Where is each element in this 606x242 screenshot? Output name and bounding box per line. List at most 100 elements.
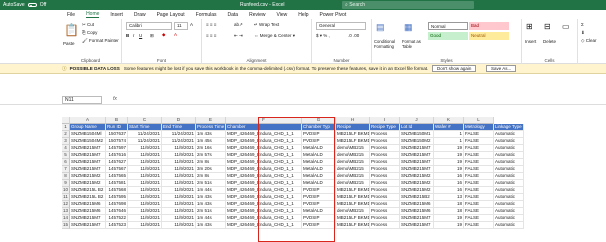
style-bad[interactable]: Bad: [469, 22, 509, 30]
tab-help[interactable]: Help: [298, 12, 308, 18]
table-cell[interactable]: 1457568: [106, 187, 128, 194]
italic-button[interactable]: I: [133, 33, 134, 38]
table-cell[interactable]: 11/9/2021: [162, 222, 196, 229]
font-color-icon[interactable]: A: [174, 32, 177, 37]
table-cell[interactable]: MB215LF BKM1: [336, 187, 370, 194]
table-cell[interactable]: MetalALD: [302, 166, 336, 173]
table-cell[interactable]: MB215LF BKM1: [336, 215, 370, 222]
table-cell[interactable]: 19: [434, 159, 464, 166]
table-cell[interactable]: Process: [370, 215, 400, 222]
fill-color-icon[interactable]: ◆: [162, 32, 165, 38]
table-cell[interactable]: MB215LF BKM1: [336, 201, 370, 208]
column-title-cell[interactable]: Metrology: [464, 124, 494, 131]
column-header-a[interactable]: A: [70, 117, 106, 124]
number-format-select[interactable]: General: [316, 22, 366, 30]
conditional-formatting-icon[interactable]: ▤: [376, 22, 385, 33]
table-cell[interactable]: 1457627: [106, 159, 128, 166]
table-cell[interactable]: Process: [370, 166, 400, 173]
table-cell[interactable]: SNZMB215M7: [400, 215, 434, 222]
style-normal[interactable]: Normal: [428, 22, 468, 30]
table-cell[interactable]: 1m 45s: [196, 138, 226, 145]
worksheet-grid[interactable]: A B C D E F G H I J K L 1 Group Name Run ID Start Time E…: [62, 117, 606, 242]
table-cell[interactable]: 11/9/2021: [128, 180, 162, 187]
table-cell[interactable]: MB215LF BKM1: [336, 138, 370, 145]
row-header[interactable]: 1: [62, 124, 70, 131]
table-cell[interactable]: FALSE: [464, 131, 494, 138]
table-cell[interactable]: Automatic: [494, 145, 524, 152]
table-cell[interactable]: MDP_426469_Endura_CHD_1_1: [226, 145, 302, 152]
table-cell[interactable]: 2m 57s: [196, 152, 226, 159]
format-as-table-button[interactable]: Format as Table: [402, 39, 426, 49]
table-cell[interactable]: 11/9/2021: [162, 180, 196, 187]
style-neutral[interactable]: Neutral: [469, 32, 509, 40]
table-cell[interactable]: Automatic: [494, 131, 524, 138]
column-header-c[interactable]: C: [128, 117, 162, 124]
table-cell[interactable]: FALSE: [464, 187, 494, 194]
table-cell[interactable]: 11/9/2021: [128, 187, 162, 194]
table-cell[interactable]: Automatic: [494, 201, 524, 208]
table-cell[interactable]: Automatic: [494, 159, 524, 166]
table-cell[interactable]: SNZMB215M7: [400, 145, 434, 152]
table-cell[interactable]: 11/24/2021: [128, 138, 162, 145]
tab-data[interactable]: Data: [228, 12, 239, 18]
table-cell[interactable]: SNZMB215M7: [70, 159, 106, 166]
row-header[interactable]: 5: [62, 152, 70, 159]
table-cell[interactable]: FALSE: [464, 152, 494, 159]
table-cell[interactable]: 11/9/2021: [128, 145, 162, 152]
save-as-button[interactable]: Save As...: [486, 65, 517, 72]
table-cell[interactable]: 1457567: [106, 166, 128, 173]
row-header[interactable]: 10: [62, 187, 70, 194]
row-header[interactable]: 4: [62, 145, 70, 152]
table-cell[interactable]: MDP_426469_Endura_CHD_1_1: [226, 194, 302, 201]
column-header-g[interactable]: G: [302, 117, 336, 124]
table-cell[interactable]: 2m 16s: [196, 145, 226, 152]
table-cell[interactable]: 11/9/2021: [128, 222, 162, 229]
table-cell[interactable]: MDP_426469_Endura_CHD_1_1: [226, 131, 302, 138]
row-header[interactable]: 14: [62, 215, 70, 222]
column-header-h[interactable]: H: [336, 117, 370, 124]
column-title-cell[interactable]: Chamber: [226, 124, 302, 131]
table-cell[interactable]: SNZMB215L B2: [70, 194, 106, 201]
table-cell[interactable]: SNZMB215M7: [70, 152, 106, 159]
column-title-cell[interactable]: Linkage Type: [494, 124, 524, 131]
table-cell[interactable]: Process: [370, 138, 400, 145]
tab-draw[interactable]: Draw: [134, 12, 146, 18]
table-cell[interactable]: 2m 8s: [196, 173, 226, 180]
table-cell[interactable]: PVDSIP: [302, 187, 336, 194]
tab-view[interactable]: View: [277, 12, 288, 18]
table-cell[interactable]: PVDSIP: [302, 131, 336, 138]
table-cell[interactable]: SNZMB215M2: [400, 180, 434, 187]
delete-cells-button[interactable]: Delete: [543, 39, 556, 44]
table-cell[interactable]: Automatic: [494, 138, 524, 145]
column-title-cell[interactable]: Process Time: [196, 124, 226, 131]
table-cell[interactable]: SNZMB1504Ml: [70, 131, 106, 138]
style-good[interactable]: Good: [428, 32, 468, 40]
table-cell[interactable]: 1m 44s: [196, 215, 226, 222]
table-cell[interactable]: PVDSIP: [302, 222, 336, 229]
table-cell[interactable]: 11/9/2021: [128, 208, 162, 215]
table-cell[interactable]: Automatic: [494, 222, 524, 229]
table-cell[interactable]: 1457646: [106, 208, 128, 215]
tab-file[interactable]: File: [67, 12, 75, 18]
table-cell[interactable]: MetalALD: [302, 159, 336, 166]
table-cell[interactable]: 1m 43s: [196, 201, 226, 208]
table-cell[interactable]: SNZMB1504M2: [70, 138, 106, 145]
align-left-icon[interactable]: ≡ ≡ ≡: [206, 33, 216, 38]
font-name-select[interactable]: Calibri: [126, 22, 172, 30]
row-header[interactable]: 11: [62, 194, 70, 201]
autosum-icon[interactable]: Σ: [581, 22, 584, 27]
table-cell[interactable]: Process: [370, 194, 400, 201]
table-cell[interactable]: Process: [370, 208, 400, 215]
currency-icon[interactable]: $ ▾ % ,: [316, 33, 330, 39]
table-cell[interactable]: 2m 51s: [196, 180, 226, 187]
table-cell[interactable]: SNZMB215L B2: [70, 187, 106, 194]
table-cell[interactable]: PVDSIP: [302, 201, 336, 208]
indent-icon[interactable]: ⇤ ⇥: [234, 33, 243, 39]
table-cell[interactable]: demo\MB215: [336, 208, 370, 215]
table-cell[interactable]: Process: [370, 152, 400, 159]
dont-show-again-button[interactable]: Don't show again: [432, 65, 477, 72]
insert-cells-button[interactable]: Insert: [525, 39, 536, 44]
wrap-text-button[interactable]: ↵ Wrap Text: [254, 22, 279, 28]
column-title-cell[interactable]: Run ID: [106, 124, 128, 131]
table-cell[interactable]: FALSE: [464, 194, 494, 201]
